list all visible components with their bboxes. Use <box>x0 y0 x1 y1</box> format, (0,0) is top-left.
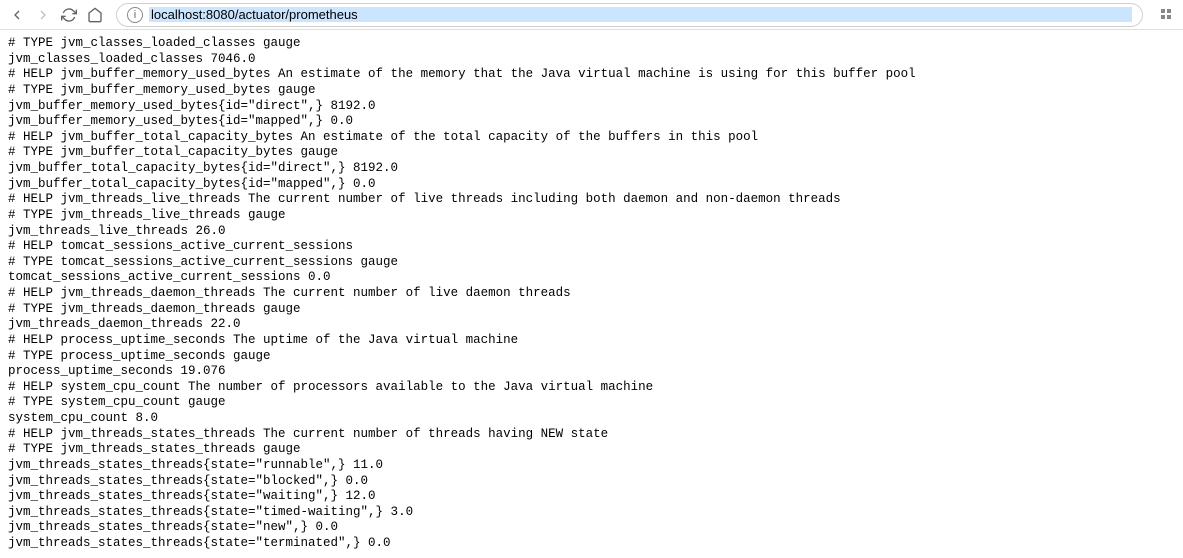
forward-button[interactable] <box>34 6 52 24</box>
qr-grid-icon[interactable] <box>1159 7 1175 23</box>
browser-toolbar: i localhost:8080/actuator/prometheus <box>0 0 1183 30</box>
reload-button[interactable] <box>60 6 78 24</box>
back-button[interactable] <box>8 6 26 24</box>
site-info-icon[interactable]: i <box>127 7 143 23</box>
home-button[interactable] <box>86 6 104 24</box>
address-bar[interactable]: i localhost:8080/actuator/prometheus <box>116 3 1143 27</box>
url-text: localhost:8080/actuator/prometheus <box>149 7 1132 22</box>
metrics-content: # TYPE jvm_classes_loaded_classes gauge … <box>0 30 1183 558</box>
